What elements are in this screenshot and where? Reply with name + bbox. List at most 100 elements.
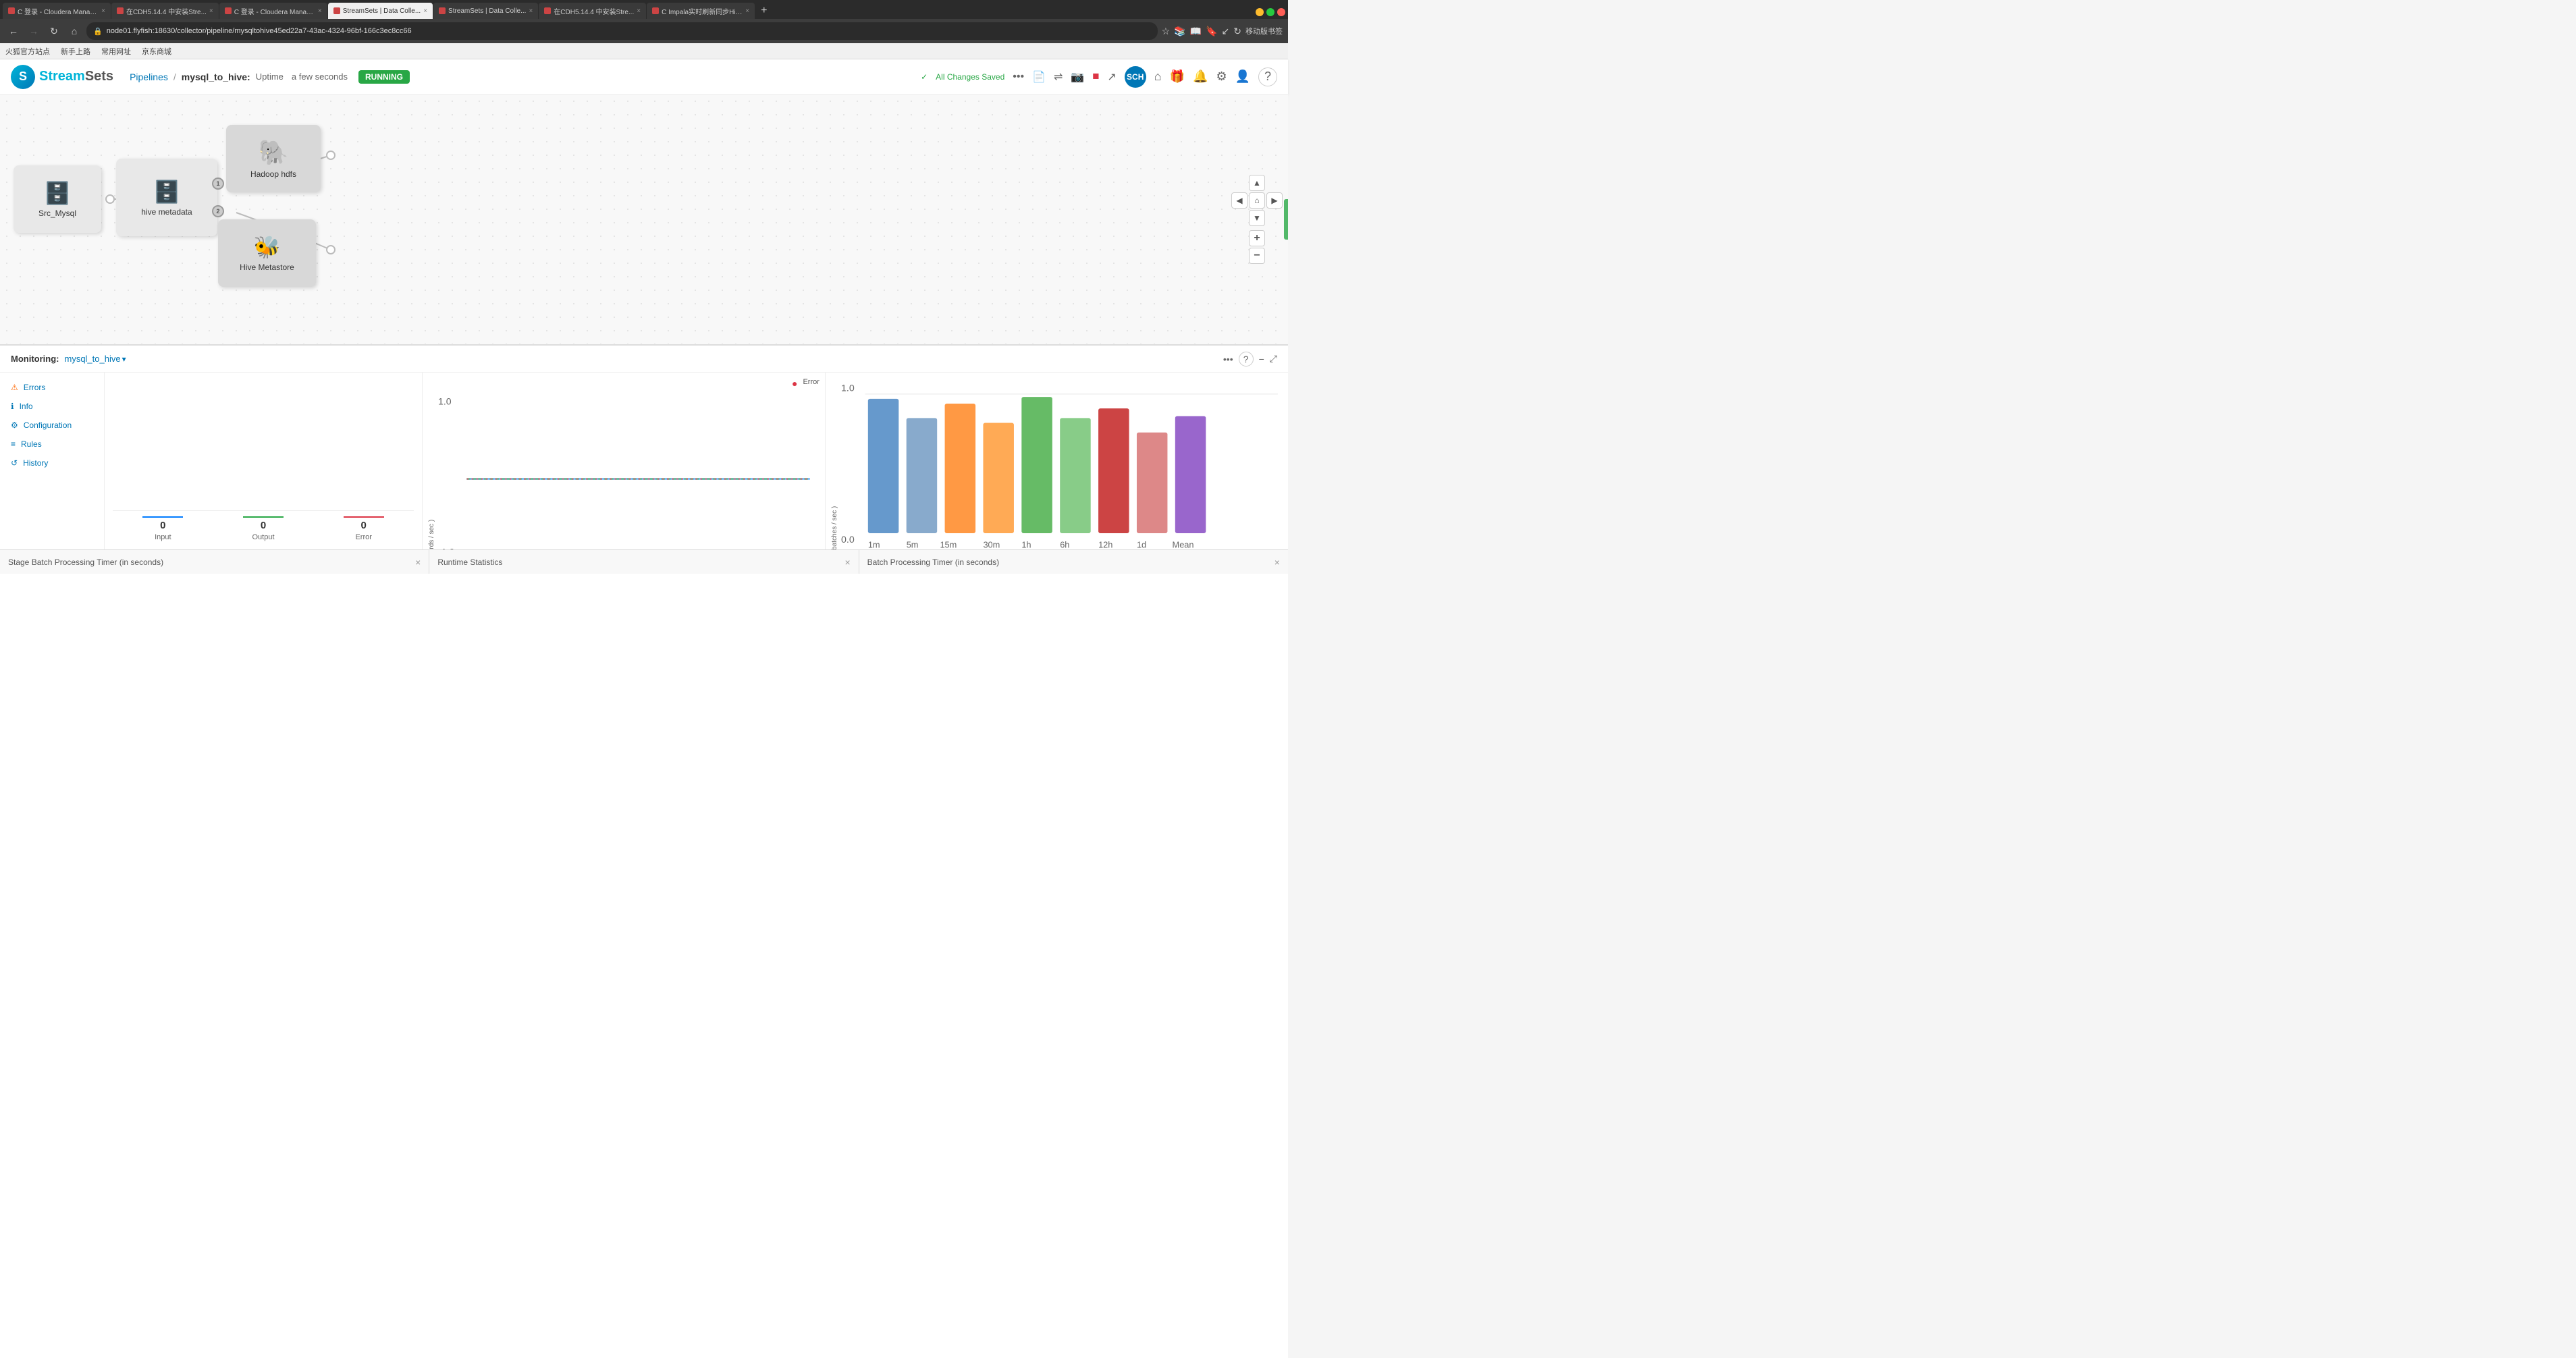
url-input[interactable]: [107, 27, 1151, 35]
tab-favicon-6: [544, 7, 551, 14]
sidebar-item-errors[interactable]: ⚠ Errors: [0, 378, 104, 397]
browser-menu[interactable]: ↻: [1233, 26, 1241, 37]
logo[interactable]: S StreamSets: [11, 65, 113, 89]
error-dot: ●: [792, 378, 797, 389]
uptime-value: a few seconds: [292, 72, 348, 82]
bottom-panel-3-close[interactable]: ×: [1274, 557, 1280, 568]
bar-chart-panel: ( batches / sec ) 1.0 0.0: [826, 373, 1288, 549]
library-icon[interactable]: 📚: [1174, 26, 1185, 37]
tab-label-3: C 登录 - Cloudera Manag...: [234, 6, 315, 16]
node-hive-metastore[interactable]: 🐝 Hive Metastore: [218, 219, 316, 287]
svg-text:1.0: 1.0: [841, 383, 855, 394]
home-nav-button[interactable]: ⌂: [1154, 70, 1162, 84]
sch-avatar[interactable]: SCH: [1125, 66, 1146, 88]
user-button[interactable]: 👤: [1235, 70, 1250, 84]
tab-label-2: 在CDH5.14.4 中安装Stre...: [126, 6, 207, 16]
node-src-mysql[interactable]: 🗄️ Src_Mysql: [14, 165, 101, 233]
monitoring-expand-button[interactable]: ⤢: [1270, 353, 1277, 364]
address-bar[interactable]: 🔒: [86, 22, 1158, 40]
bookmark-item-3[interactable]: 常用网址: [101, 46, 131, 57]
tab-5[interactable]: StreamSets | Data Colle... ×: [433, 3, 538, 19]
stats-chart-area: [113, 381, 414, 510]
more-tools[interactable]: ↙: [1222, 26, 1230, 37]
close-button[interactable]: [1277, 8, 1285, 16]
tab-1[interactable]: C 登录 - Cloudera Manag... ×: [3, 3, 111, 19]
sidebar-item-history[interactable]: ↺ History: [0, 454, 104, 472]
nav-up-button[interactable]: ▲: [1249, 175, 1265, 191]
mobile-view[interactable]: 移动版书签: [1245, 26, 1283, 36]
nav-left-button[interactable]: ◀: [1231, 192, 1247, 209]
home-button[interactable]: ⌂: [66, 23, 82, 39]
help-button[interactable]: ?: [1258, 67, 1277, 86]
description-button[interactable]: 📄: [1032, 70, 1046, 84]
bookmark-panel[interactable]: 🔖: [1206, 26, 1217, 37]
tab-close-6[interactable]: ×: [637, 7, 641, 15]
nav-right-button[interactable]: ▶: [1266, 192, 1283, 209]
sidebar-item-rules[interactable]: ≡ Rules: [0, 435, 104, 454]
monitoring-header-right: ••• ? − ⤢: [1223, 352, 1277, 366]
maximize-button[interactable]: [1266, 8, 1274, 16]
svg-text:Mean: Mean: [1172, 539, 1193, 549]
zoom-out-button[interactable]: −: [1249, 248, 1265, 264]
history-label: History: [23, 458, 48, 468]
tab-2[interactable]: 在CDH5.14.4 中安装Stre... ×: [111, 3, 219, 19]
refresh-button[interactable]: ↻: [46, 23, 62, 39]
tab-close-5[interactable]: ×: [529, 7, 533, 15]
tab-close-3[interactable]: ×: [318, 7, 322, 15]
stop-button[interactable]: ⏹: [1092, 69, 1099, 84]
node-hadoop-hdfs[interactable]: 🐘 Hadoop hdfs: [226, 125, 321, 192]
tab-3[interactable]: C 登录 - Cloudera Manag... ×: [219, 3, 327, 19]
pipelines-link[interactable]: Pipelines: [130, 72, 168, 82]
pipeline-canvas: ⚙ ⚙ 🗄️ Src_Mysql 🗄️ hive metadata 1 2 🐘 …: [0, 94, 1288, 344]
nav-down-button[interactable]: ▼: [1249, 210, 1265, 226]
notification-button[interactable]: 🔔: [1193, 70, 1208, 84]
svg-text:1d: 1d: [1137, 539, 1146, 549]
bookmark-star[interactable]: ☆: [1162, 26, 1171, 37]
line-chart-panel: ● Error ( records / sec ) 1.0 -1.0: [423, 373, 826, 549]
tab-label-5: StreamSets | Data Colle...: [448, 7, 526, 15]
tab-favicon-3: [225, 7, 232, 14]
settings-button[interactable]: ⚙: [1216, 70, 1227, 84]
bookmark-item-1[interactable]: 火狐官方站点: [5, 46, 50, 57]
monitoring-dropdown-icon[interactable]: ▾: [122, 354, 126, 364]
monitoring-more-button[interactable]: •••: [1223, 354, 1233, 364]
sidebar-item-info[interactable]: ℹ Info: [0, 397, 104, 416]
forward-button[interactable]: →: [26, 23, 42, 39]
monitoring-header: Monitoring: mysql_to_hive ▾ ••• ? − ⤢: [0, 346, 1288, 373]
shuffle-button[interactable]: ⇌: [1054, 70, 1063, 84]
back-button[interactable]: ←: [5, 23, 22, 39]
new-tab-button[interactable]: +: [755, 3, 772, 19]
monitoring-pipeline-link[interactable]: mysql_to_hive: [64, 354, 120, 364]
lock-icon: 🔒: [93, 27, 103, 36]
tab-4-active[interactable]: StreamSets | Data Colle... ×: [328, 3, 433, 19]
tab-6[interactable]: 在CDH5.14.4 中安装Stre... ×: [539, 3, 646, 19]
minimize-button[interactable]: [1256, 8, 1264, 16]
configuration-icon: ⚙: [11, 420, 18, 430]
bookmark-item-4[interactable]: 京东商城: [142, 46, 171, 57]
tab-close-4[interactable]: ×: [423, 7, 427, 15]
tab-7[interactable]: C Impala实时刷新同步Hiv... ×: [647, 3, 755, 19]
tab-close-2[interactable]: ×: [209, 7, 213, 15]
bottom-panel-1-close[interactable]: ×: [415, 557, 421, 568]
screenshot-button[interactable]: 📷: [1071, 70, 1084, 84]
bottom-panels: Stage Batch Processing Timer (in seconds…: [0, 549, 1288, 574]
gift-button[interactable]: 🎁: [1170, 70, 1185, 84]
zoom-in-button[interactable]: +: [1249, 230, 1265, 246]
monitoring-help-button[interactable]: ?: [1239, 352, 1254, 366]
tab-close-1[interactable]: ×: [101, 7, 105, 15]
sidebar-item-configuration[interactable]: ⚙ Configuration: [0, 416, 104, 435]
bookmark-item-2[interactable]: 新手上路: [61, 46, 90, 57]
svg-text:1m: 1m: [868, 539, 880, 549]
nav-center-button[interactable]: ⌂: [1249, 192, 1265, 209]
reader-icon[interactable]: 📖: [1190, 26, 1202, 37]
tab-close-7[interactable]: ×: [745, 7, 749, 15]
tab-favicon-7: [652, 7, 659, 14]
logo-icon: S: [11, 65, 35, 89]
bottom-panel-2-close[interactable]: ×: [844, 557, 850, 568]
tab-favicon-1: [8, 7, 15, 14]
monitoring-minimize-button[interactable]: −: [1259, 354, 1264, 364]
share-button[interactable]: ↗: [1107, 70, 1116, 84]
node-hive-metadata[interactable]: 🗄️ hive metadata 1 2: [116, 159, 217, 236]
more-options-button[interactable]: •••: [1013, 71, 1024, 83]
hadoop-hdfs-label: Hadoop hdfs: [250, 169, 296, 179]
